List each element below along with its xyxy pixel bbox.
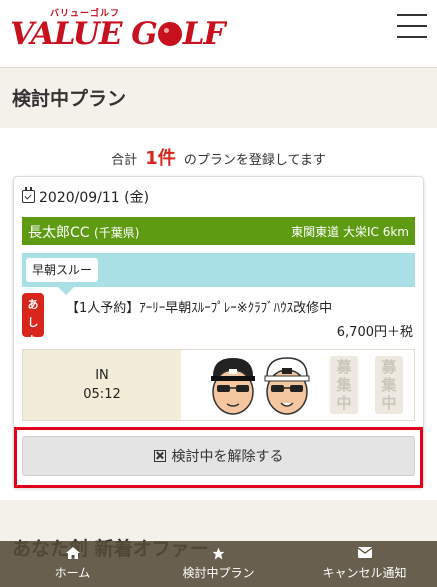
page-title: 検討中プラン bbox=[12, 88, 127, 110]
tab-home-label: ホーム bbox=[54, 566, 91, 580]
registration-summary: 合計 1件 のプランを登録してます bbox=[0, 144, 437, 170]
speech-tail bbox=[58, 287, 74, 295]
tee-time-info: IN 05:12 bbox=[23, 350, 181, 420]
course-name-text: 長太郎CC bbox=[28, 225, 90, 241]
tab-considering-plans[interactable]: 検討中プラン bbox=[145, 541, 292, 587]
tab-considering-plans-label: 検討中プラン bbox=[182, 566, 255, 580]
play-date-text: 2020/09/11 (金) bbox=[39, 190, 150, 206]
tee-time-slot[interactable]: IN 05:12 募集中 募集中 bbox=[22, 349, 415, 421]
open-slot-3-text: 募集中 bbox=[336, 358, 352, 412]
tomorrow-badge-text: あした bbox=[27, 298, 39, 347]
tee-course: IN bbox=[95, 368, 109, 383]
tee-time: 05:12 bbox=[83, 387, 121, 402]
calendar-check-icon bbox=[22, 187, 35, 203]
summary-suffix: のプランを登録してます bbox=[183, 153, 326, 168]
course-name[interactable]: 長太郎CC (千葉県) bbox=[28, 222, 139, 242]
bottom-tab-bar: ホーム 検討中プラン キャンセル通知 bbox=[0, 541, 437, 587]
hamburger-menu-icon[interactable] bbox=[397, 14, 427, 38]
star-icon bbox=[145, 541, 292, 561]
golfer-avatar-1 bbox=[211, 358, 255, 415]
tab-home[interactable]: ホーム bbox=[0, 541, 145, 587]
value-golf-logo[interactable]: バリューゴルフ VALUE G LF bbox=[10, 6, 226, 56]
release-action-highlight: 検討中を解除する bbox=[14, 427, 423, 488]
summary-prefix: 合計 bbox=[111, 153, 138, 168]
logo-wordmark: VALUE G LF bbox=[10, 16, 226, 52]
mail-icon bbox=[292, 541, 437, 561]
play-date: 2020/09/11 (金) bbox=[22, 187, 149, 207]
open-slot-3: 募集中 bbox=[330, 356, 358, 414]
logo-text-part2: LF bbox=[182, 16, 226, 52]
plan-title[interactable]: 【1人予約】ｱｰﾘｰ早朝ｽﾙｰﾌﾟﾚｰ※ｸﾗﾌﾞﾊｳｽ改修中 bbox=[66, 297, 332, 316]
open-slot-4-text: 募集中 bbox=[381, 358, 397, 412]
close-square-icon bbox=[153, 450, 166, 462]
golfer-avatar-2 bbox=[264, 357, 310, 415]
app-header: バリューゴルフ VALUE G LF bbox=[0, 0, 437, 68]
course-access: 東関東道 大栄IC 6km bbox=[291, 225, 409, 239]
page-title-bar: 検討中プラン bbox=[0, 68, 437, 124]
release-consideration-button[interactable]: 検討中を解除する bbox=[22, 436, 415, 476]
home-icon bbox=[0, 541, 145, 561]
tab-cancel-notification[interactable]: キャンセル通知 bbox=[292, 541, 437, 587]
tab-cancel-notification-label: キャンセル通知 bbox=[322, 566, 407, 580]
course-prefecture: (千葉県) bbox=[94, 226, 140, 240]
plan-price: 6,700円＋税 bbox=[336, 325, 413, 340]
plan-tag-bar: 早朝スルー bbox=[22, 253, 415, 287]
plan-list-content: 合計 1件 のプランを登録してます 2020/09/11 (金) 長太郎CC (… bbox=[0, 128, 437, 500]
release-button-label: 検討中を解除する bbox=[171, 449, 284, 465]
plan-tag-chip: 早朝スルー bbox=[26, 258, 99, 282]
summary-count: 1件 bbox=[145, 148, 176, 169]
course-bar[interactable]: 長太郎CC (千葉県) 東関東道 大栄IC 6km bbox=[22, 217, 415, 245]
tomorrow-badge: あした bbox=[22, 293, 44, 347]
plan-card: 2020/09/11 (金) 長太郎CC (千葉県) 東関東道 大栄IC 6km… bbox=[13, 176, 424, 488]
open-slot-4: 募集中 bbox=[375, 356, 403, 414]
logo-text-part1: VALUE G bbox=[10, 16, 158, 52]
golf-ball-icon bbox=[157, 22, 182, 46]
